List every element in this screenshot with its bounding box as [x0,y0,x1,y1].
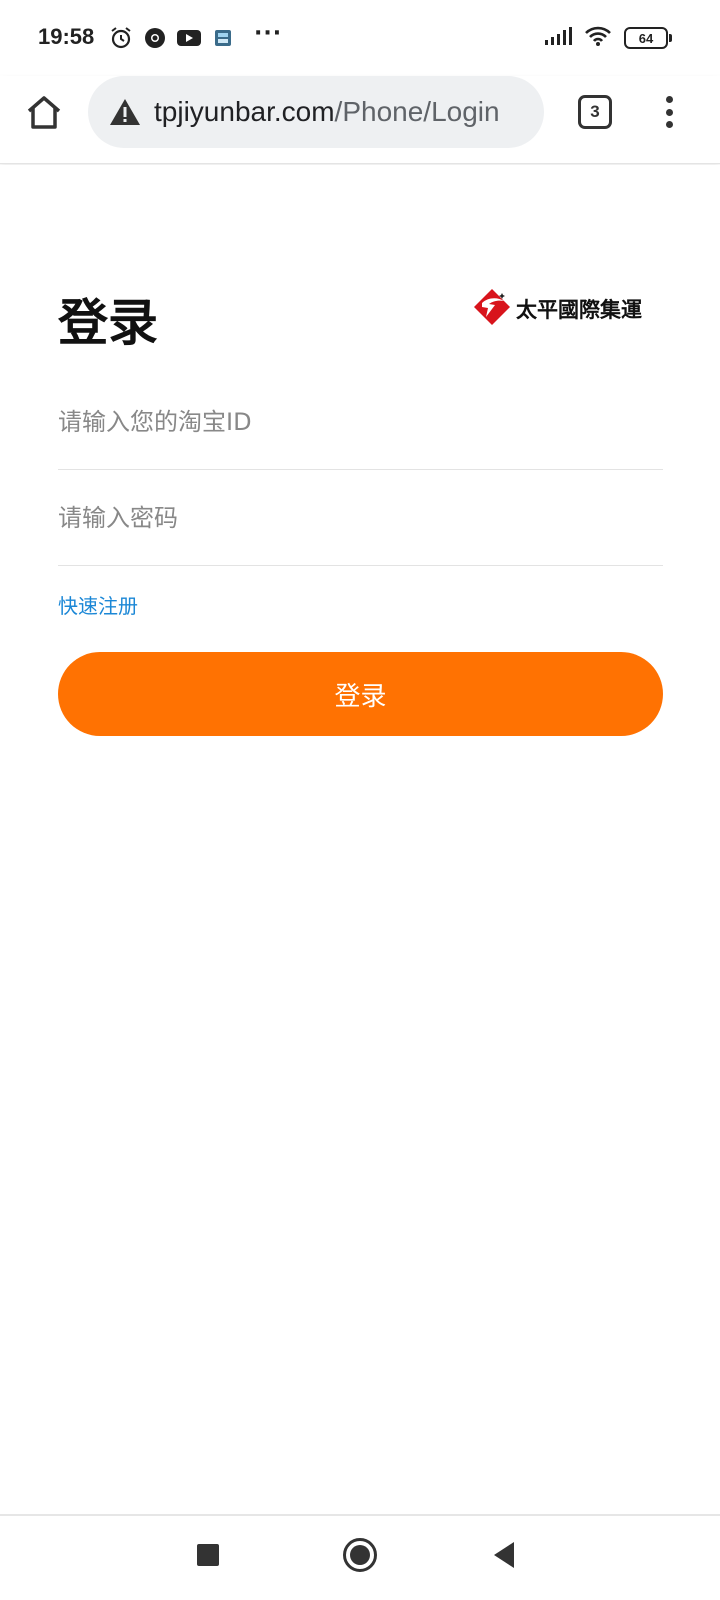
wifi-icon [584,25,612,51]
taobao-id-input[interactable] [58,374,663,469]
status-bar: 19:58 ··· 64 [0,0,720,76]
chrome-icon [142,25,168,51]
youtube-icon [176,25,202,51]
menu-dot-icon [665,121,673,128]
tab-switcher-button[interactable]: 3 [578,95,612,129]
signal-icon [544,26,572,50]
home-icon [25,94,63,134]
home-circle-icon[interactable] [343,1538,377,1572]
brand-name: 太平國際集運 [516,297,642,322]
menu-dot-icon [665,96,673,103]
url-text: tpjiyunbar.com/Phone/Login [154,96,524,128]
login-page: 登录 太平國際集運 快速注册 登录 [0,165,720,1515]
quick-register-link[interactable]: 快速注册 [58,590,138,619]
not-secure-warning-icon[interactable] [108,95,142,129]
username-field [58,374,663,470]
address-bar[interactable]: tpjiyunbar.com/Phone/Login [88,76,544,148]
battery-icon: 64 [624,27,672,49]
app-icon [210,25,236,51]
menu-dot-icon [665,108,673,116]
browser-menu-button[interactable] [654,90,684,134]
url-host: tpjiyunbar.com [154,96,335,127]
url-path: /Phone/Login [334,96,500,127]
recent-apps-icon[interactable] [197,1544,219,1566]
browser-toolbar: tpjiyunbar.com/Phone/Login 3 [0,76,720,164]
password-field [58,470,663,566]
brand-logo: 太平國際集運 [472,287,642,331]
login-button[interactable]: 登录 [58,652,663,736]
system-icons: 64 [544,24,672,52]
more-notifications-icon: ··· [254,20,283,46]
status-time: 19:58 [38,24,95,49]
alarm-icon [108,25,134,51]
page-title: 登录 [58,294,158,352]
home-button[interactable] [24,94,64,134]
system-nav-bar [0,1514,720,1600]
notification-icons: ··· [108,20,283,52]
back-triangle-icon[interactable] [494,1542,514,1568]
password-input[interactable] [58,470,663,565]
brand-emblem-icon [472,287,512,331]
